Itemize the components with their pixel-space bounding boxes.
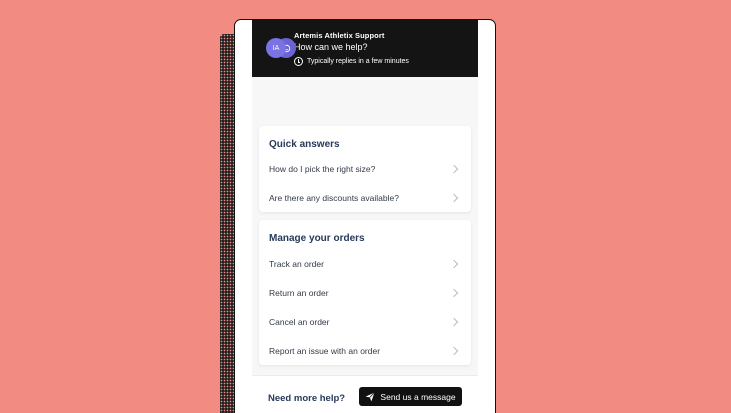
chevron-right-icon <box>449 346 459 355</box>
order-action-return[interactable]: Return an order <box>259 278 471 307</box>
chevron-right-icon <box>449 317 459 326</box>
order-action-label: Track an order <box>269 258 324 269</box>
widget-header: IA Artemis Athletix Support How can we h… <box>252 20 478 77</box>
quick-answer-item[interactable]: Are there any discounts available? <box>259 183 471 212</box>
quick-answer-item[interactable]: How do I pick the right size? <box>259 154 471 183</box>
need-help-text: Need more help? <box>268 393 346 404</box>
phone-frame: IA Artemis Athletix Support How can we h… <box>234 19 496 413</box>
order-action-track[interactable]: Track an order <box>259 249 471 278</box>
paper-plane-icon <box>366 391 376 401</box>
order-action-cancel[interactable]: Cancel an order <box>259 307 471 336</box>
reply-time-text: Typically replies in a few minutes <box>307 58 409 65</box>
send-message-button[interactable]: Send us a message <box>359 387 462 406</box>
chevron-right-icon <box>449 288 459 297</box>
send-message-label: Send us a message <box>380 391 456 402</box>
chevron-right-icon <box>449 259 459 268</box>
quick-answers-title: Quick answers <box>269 139 340 150</box>
reply-time: Typically replies in a few minutes <box>294 57 409 66</box>
support-title: Artemis Athletix Support <box>294 31 385 40</box>
avatar: IA <box>266 38 286 58</box>
support-widget: IA Artemis Athletix Support How can we h… <box>252 20 478 413</box>
quick-answer-label: Are there any discounts available? <box>269 192 399 203</box>
quick-answers-card: Quick answers How do I pick the right si… <box>259 126 471 212</box>
agent-avatars: IA <box>266 38 296 58</box>
manage-orders-title: Manage your orders <box>269 233 365 244</box>
manage-orders-card: Manage your orders Track an order Return… <box>259 220 471 365</box>
clock-icon <box>294 57 303 66</box>
chevron-right-icon <box>449 193 459 202</box>
order-action-label: Cancel an order <box>269 316 330 327</box>
chevron-right-icon <box>449 164 459 173</box>
order-action-label: Report an issue with an order <box>269 345 381 356</box>
help-heading: How can we help? <box>294 42 368 52</box>
order-action-label: Return an order <box>269 287 329 298</box>
quick-answer-label: How do I pick the right size? <box>269 163 376 174</box>
order-action-report[interactable]: Report an issue with an order <box>259 336 471 365</box>
widget-footer: Need more help? Send us a message <box>252 375 478 413</box>
